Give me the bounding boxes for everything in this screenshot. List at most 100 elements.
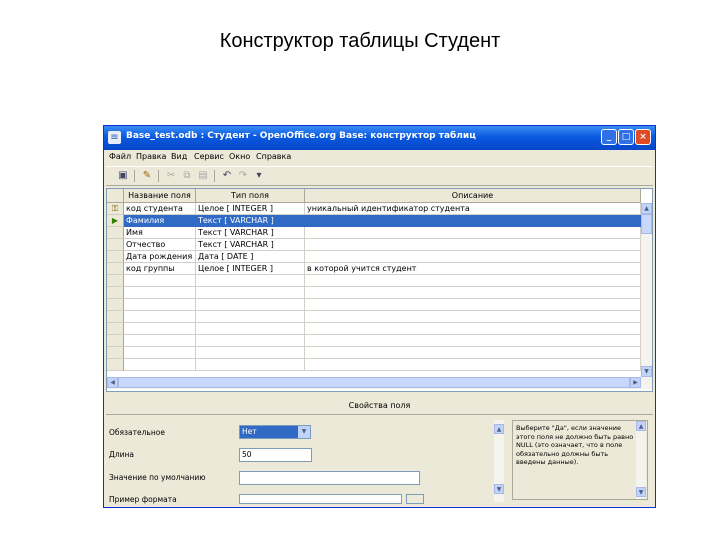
- empty-cell[interactable]: [196, 323, 305, 335]
- scroll-up-icon[interactable]: ▲: [494, 424, 504, 434]
- empty-cell[interactable]: [196, 287, 305, 299]
- field-name-cell[interactable]: Имя: [124, 227, 196, 239]
- copy-icon[interactable]: ⧉: [180, 169, 194, 183]
- empty-cell[interactable]: [305, 287, 641, 299]
- primary-key-icon[interactable]: ⚿: [107, 203, 124, 215]
- menu-tools[interactable]: Сервис: [194, 152, 224, 161]
- required-dropdown[interactable]: Нет ▼: [239, 425, 311, 439]
- undo-icon[interactable]: ↶: [220, 169, 234, 183]
- row-selector[interactable]: [107, 251, 124, 263]
- empty-cell[interactable]: [305, 311, 641, 323]
- menu-window[interactable]: Окно: [229, 152, 250, 161]
- field-type-cell[interactable]: Целое [ INTEGER ]: [196, 203, 305, 215]
- default-value-input[interactable]: [239, 471, 420, 485]
- empty-cell[interactable]: [124, 323, 196, 335]
- row-selector[interactable]: [107, 335, 124, 347]
- length-label: Длина: [109, 450, 135, 459]
- row-selector[interactable]: [107, 311, 124, 323]
- field-type-cell[interactable]: Дата [ DATE ]: [196, 251, 305, 263]
- empty-cell[interactable]: [305, 347, 641, 359]
- chevron-down-icon[interactable]: ▼: [298, 426, 310, 438]
- field-description-cell[interactable]: [305, 251, 641, 263]
- scroll-up-icon[interactable]: ▲: [641, 203, 652, 214]
- save-icon[interactable]: ▣: [116, 169, 130, 183]
- empty-cell[interactable]: [305, 299, 641, 311]
- menu-edit[interactable]: Правка: [136, 152, 166, 161]
- minimize-button[interactable]: _: [601, 129, 617, 145]
- maximize-button[interactable]: □: [618, 129, 634, 145]
- redo-icon[interactable]: ↷: [236, 169, 250, 183]
- help-scrollbar[interactable]: ▲ ▼: [636, 421, 646, 499]
- field-properties-title: Свойства поля: [106, 398, 653, 415]
- format-example-input[interactable]: [239, 494, 402, 504]
- empty-cell[interactable]: [196, 347, 305, 359]
- toolbar-more-icon[interactable]: ▾: [252, 169, 266, 183]
- row-selector[interactable]: [107, 227, 124, 239]
- column-header-field-name[interactable]: Название поля: [124, 189, 196, 203]
- empty-cell[interactable]: [124, 299, 196, 311]
- scroll-left-icon[interactable]: ◀: [107, 377, 118, 388]
- close-button[interactable]: ×: [635, 129, 651, 145]
- field-type-cell[interactable]: Текст [ VARCHAR ]: [196, 227, 305, 239]
- column-header-field-type[interactable]: Тип поля: [196, 189, 305, 203]
- scroll-down-icon[interactable]: ▼: [494, 484, 504, 494]
- empty-cell[interactable]: [196, 311, 305, 323]
- grid-horizontal-scrollbar[interactable]: ◀ ▶: [107, 377, 652, 389]
- row-selector[interactable]: [107, 299, 124, 311]
- row-selector[interactable]: [107, 287, 124, 299]
- empty-cell[interactable]: [124, 287, 196, 299]
- edit-icon[interactable]: ✎: [140, 169, 154, 183]
- field-description-cell[interactable]: в которой учится студент: [305, 263, 641, 275]
- empty-cell[interactable]: [196, 359, 305, 371]
- scroll-thumb[interactable]: [118, 377, 630, 388]
- empty-cell[interactable]: [196, 299, 305, 311]
- empty-cell[interactable]: [124, 335, 196, 347]
- column-header-description[interactable]: Описание: [305, 189, 641, 203]
- window-titlebar[interactable]: ≡ Base_test.odb : Студент - OpenOffice.o…: [104, 126, 655, 150]
- scroll-thumb[interactable]: [641, 214, 652, 234]
- row-selector[interactable]: [107, 239, 124, 251]
- row-selector[interactable]: [107, 275, 124, 287]
- corner-header: [107, 189, 124, 203]
- field-type-cell[interactable]: Целое [ INTEGER ]: [196, 263, 305, 275]
- field-name-cell[interactable]: код студента: [124, 203, 196, 215]
- empty-cell[interactable]: [305, 323, 641, 335]
- cut-icon[interactable]: ✂: [164, 169, 178, 183]
- scroll-down-icon[interactable]: ▼: [641, 366, 652, 377]
- paste-icon[interactable]: ▤: [196, 169, 210, 183]
- field-description-cell[interactable]: [305, 227, 641, 239]
- scroll-up-icon[interactable]: ▲: [636, 421, 646, 431]
- field-description-cell[interactable]: [305, 239, 641, 251]
- empty-cell[interactable]: [305, 275, 641, 287]
- field-name-cell[interactable]: Фамилия: [124, 215, 196, 227]
- field-description-cell[interactable]: уникальный идентификатор студента: [305, 203, 641, 215]
- length-input[interactable]: 50: [239, 448, 312, 462]
- row-selector[interactable]: [107, 347, 124, 359]
- empty-cell[interactable]: [305, 335, 641, 347]
- row-selector[interactable]: [107, 359, 124, 371]
- format-button[interactable]: [406, 494, 424, 504]
- menu-file[interactable]: Файл: [109, 152, 131, 161]
- field-name-cell[interactable]: код группы: [124, 263, 196, 275]
- current-row-arrow-icon[interactable]: ▶: [107, 215, 124, 227]
- field-description-cell[interactable]: [305, 215, 641, 227]
- menu-help[interactable]: Справка: [256, 152, 291, 161]
- field-name-cell[interactable]: Дата рождения: [124, 251, 196, 263]
- grid-vertical-scrollbar[interactable]: ▲ ▼: [641, 203, 652, 377]
- field-type-cell[interactable]: Текст [ VARCHAR ]: [196, 239, 305, 251]
- empty-cell[interactable]: [196, 335, 305, 347]
- menu-view[interactable]: Вид: [171, 152, 187, 161]
- scroll-down-icon[interactable]: ▼: [636, 487, 646, 497]
- empty-cell[interactable]: [196, 275, 305, 287]
- empty-cell[interactable]: [124, 311, 196, 323]
- scroll-right-icon[interactable]: ▶: [630, 377, 641, 388]
- empty-cell[interactable]: [124, 347, 196, 359]
- row-selector[interactable]: [107, 323, 124, 335]
- field-name-cell[interactable]: Отчество: [124, 239, 196, 251]
- empty-cell[interactable]: [305, 359, 641, 371]
- empty-cell[interactable]: [124, 359, 196, 371]
- row-selector[interactable]: [107, 263, 124, 275]
- field-type-cell[interactable]: Текст [ VARCHAR ]: [196, 215, 305, 227]
- empty-cell[interactable]: [124, 275, 196, 287]
- properties-scrollbar[interactable]: ▲ ▼: [494, 420, 504, 502]
